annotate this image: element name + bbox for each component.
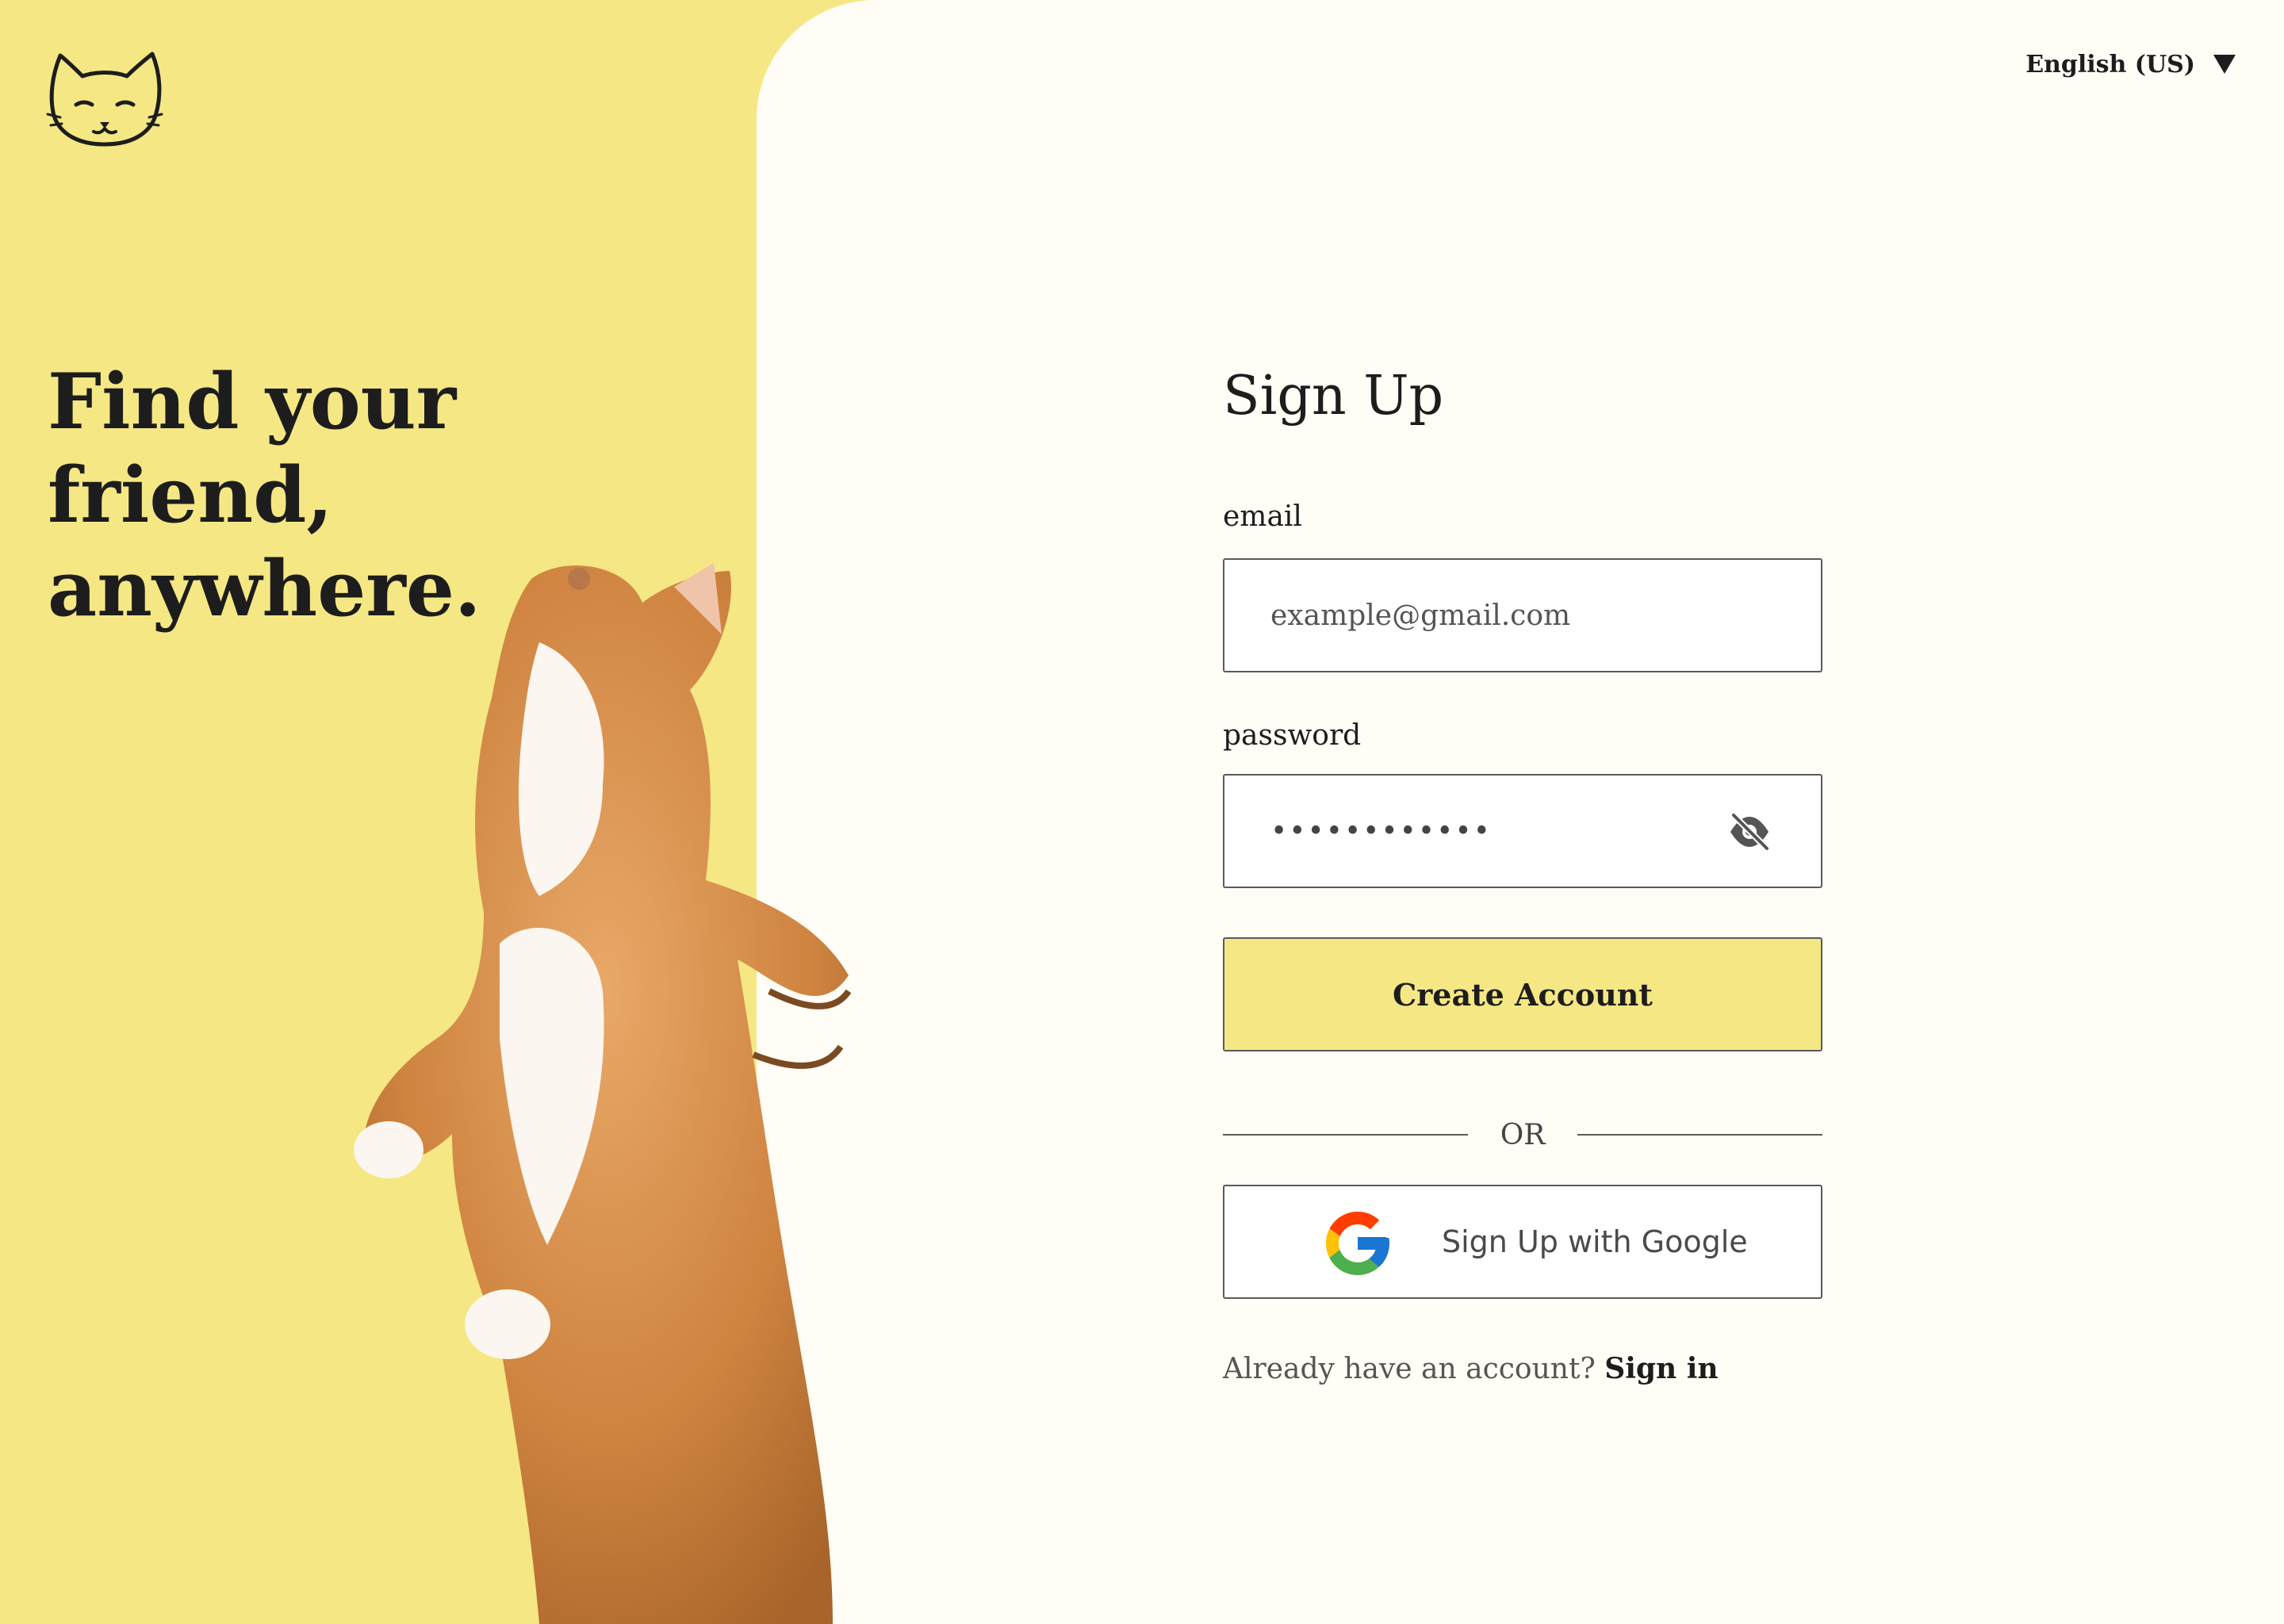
divider-line-right: [1577, 1134, 1822, 1136]
create-account-button[interactable]: Create Account: [1223, 937, 1822, 1051]
or-divider: OR: [1223, 1115, 1822, 1155]
hero-title-line1: Find your friend,: [48, 357, 457, 540]
signup-form: Sign Up email password Create Account OR: [1223, 349, 1822, 1385]
caret-down-icon: [2213, 55, 2236, 74]
eye-off-icon[interactable]: [1727, 812, 1772, 852]
language-dropdown[interactable]: English (US): [2025, 46, 2236, 82]
password-field[interactable]: [1223, 774, 1822, 888]
or-label: OR: [1500, 1118, 1546, 1151]
signin-prompt: Already have an account?: [1223, 1353, 1596, 1385]
email-field[interactable]: [1223, 558, 1822, 672]
cat-logo-icon[interactable]: [44, 43, 165, 147]
cat-illustration: [354, 563, 852, 1624]
password-label: password: [1223, 719, 1362, 752]
form-title: Sign Up: [1223, 365, 1444, 427]
language-label: English (US): [2025, 50, 2195, 79]
signin-row: Already have an account? Sign in: [1223, 1345, 1719, 1393]
signin-link[interactable]: Sign in: [1604, 1352, 1718, 1385]
google-signup-button[interactable]: Sign Up with Google: [1223, 1185, 1822, 1299]
email-input[interactable]: [1270, 560, 1715, 671]
google-g-icon: [1326, 1212, 1389, 1275]
google-signup-label: Sign Up with Google: [1442, 1224, 1748, 1259]
email-label: email: [1223, 500, 1302, 533]
password-input[interactable]: [1270, 776, 1715, 887]
page: Find your friend, anywhere. English (US): [0, 0, 2284, 1624]
divider-line-left: [1223, 1134, 1468, 1136]
